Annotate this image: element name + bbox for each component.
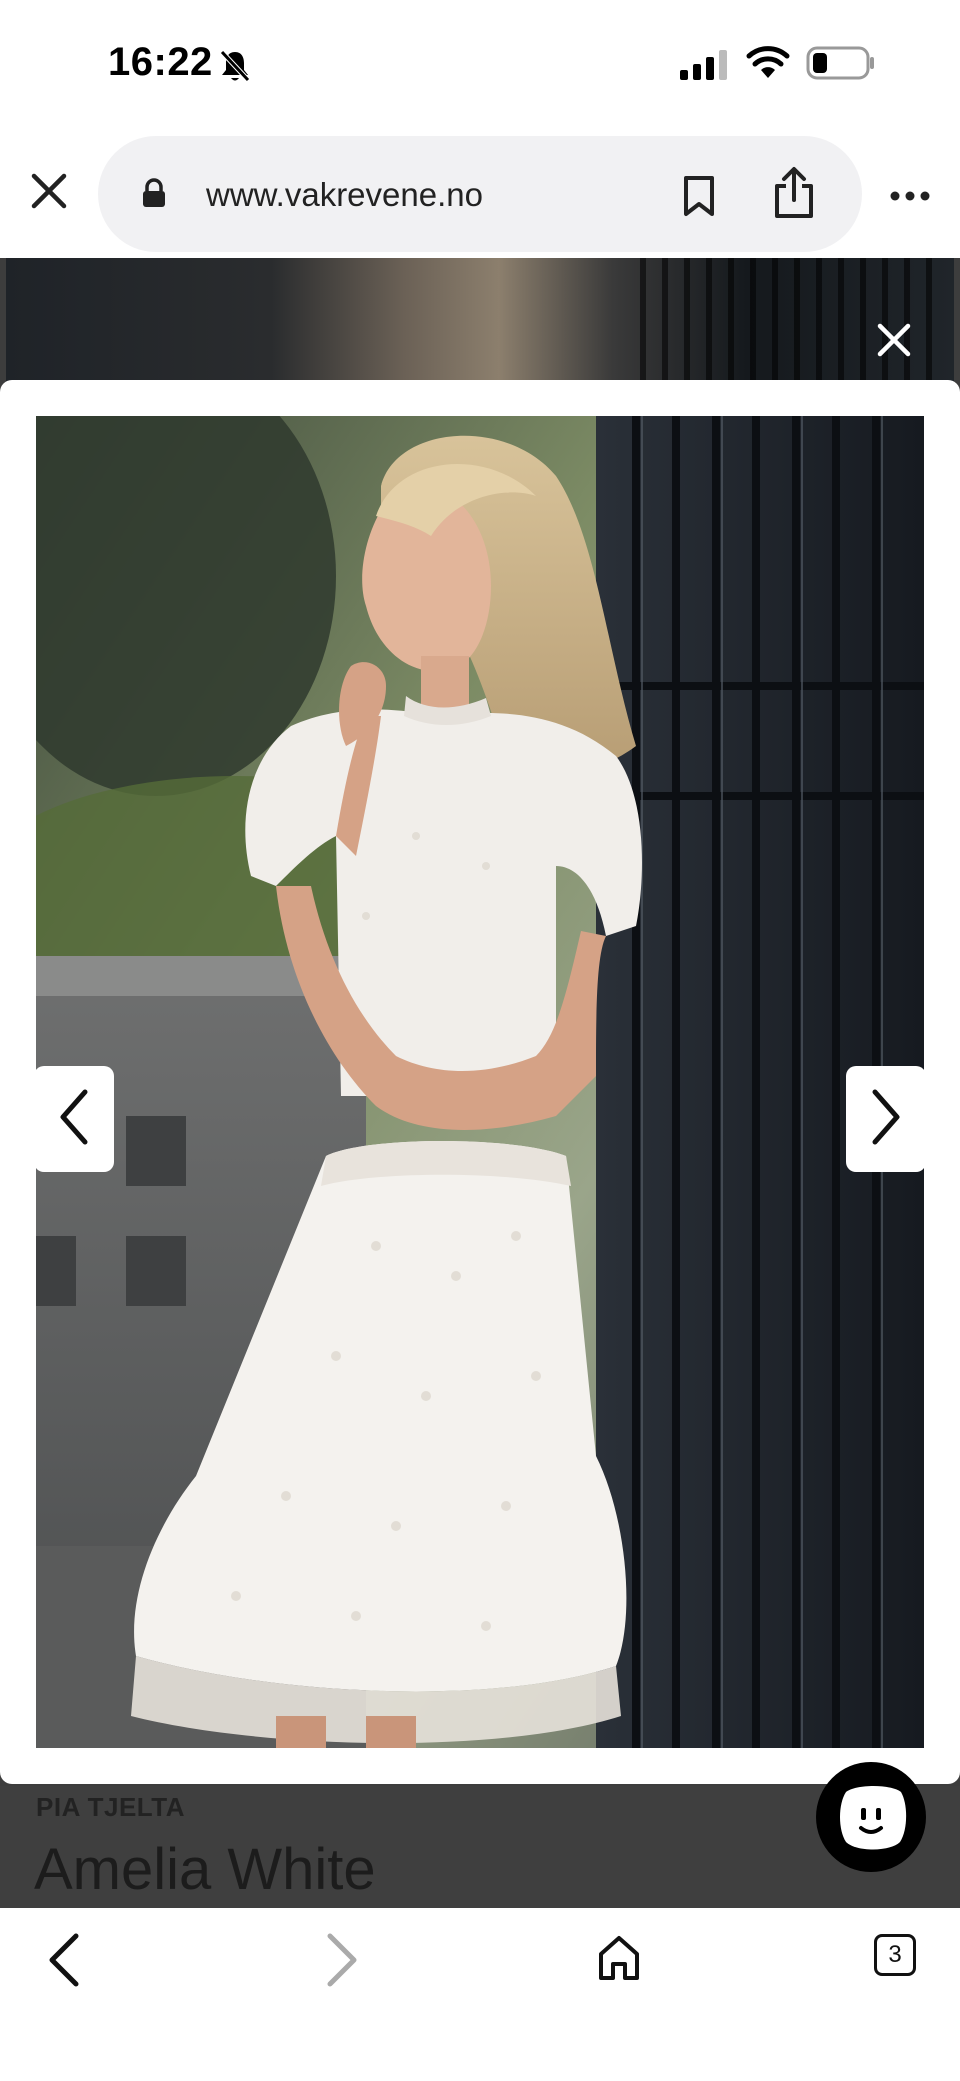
chevron-right-icon <box>869 1088 903 1151</box>
home-icon[interactable] <box>596 1934 642 1987</box>
product-photo[interactable] <box>36 416 924 1748</box>
browser-toolbar: 3 <box>0 1908 960 2081</box>
product-brand: PIA TJELTA <box>36 1792 185 1822</box>
product-title: Amelia White <box>34 1837 376 1902</box>
more-icon[interactable] <box>890 188 930 206</box>
lightbox-modal <box>0 380 960 1784</box>
url-text[interactable]: www.vakrevene.no <box>206 176 483 214</box>
wifi-icon <box>746 44 790 85</box>
lock-icon <box>142 178 166 213</box>
share-icon[interactable] <box>772 166 816 225</box>
tabs-icon[interactable]: 3 <box>874 1934 916 1976</box>
chevron-left-icon <box>57 1088 91 1151</box>
signal-icon <box>680 50 730 85</box>
status-bar: 16:22 <box>0 0 960 130</box>
next-image-button[interactable] <box>846 1066 924 1172</box>
address-bar[interactable]: www.vakrevene.no <box>98 136 862 252</box>
close-icon[interactable] <box>28 170 70 212</box>
chat-button[interactable] <box>816 1762 926 1872</box>
previous-image-button[interactable] <box>36 1066 114 1172</box>
background-gate-pattern <box>640 258 940 382</box>
status-time: 16:22 <box>108 40 213 84</box>
forward-icon[interactable] <box>322 1932 362 1993</box>
battery-icon <box>806 46 876 85</box>
close-icon[interactable] <box>876 322 912 363</box>
back-icon[interactable] <box>44 1932 84 1993</box>
product-photo-illustration <box>36 416 924 1748</box>
bookmark-icon[interactable] <box>682 174 716 223</box>
browser-bar: www.vakrevene.no <box>0 130 960 258</box>
chat-smiley-icon <box>816 1786 926 1876</box>
bell-muted-icon <box>218 48 252 89</box>
